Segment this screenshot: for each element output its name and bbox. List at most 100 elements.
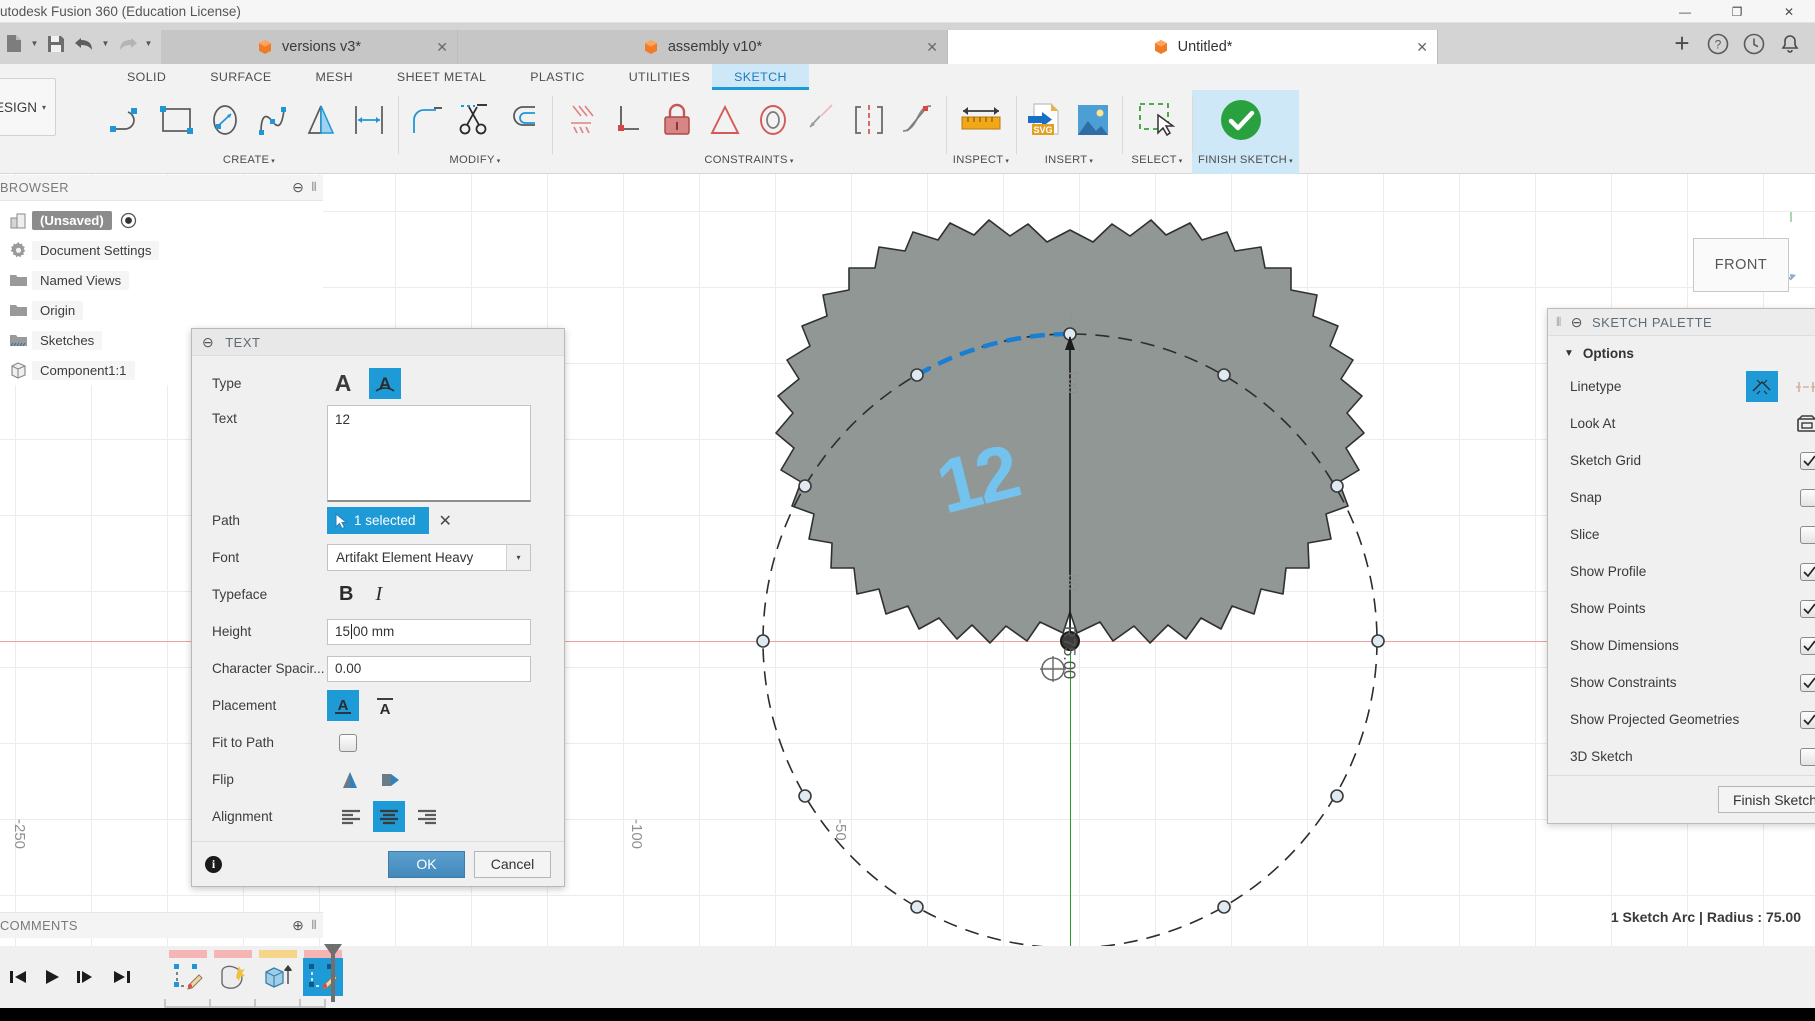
document-tab-1[interactable]: assembly v10* ✕ xyxy=(458,30,948,64)
placement-below-path-button[interactable]: A xyxy=(327,690,359,721)
ribbon-group-label[interactable]: MODIFY▾ xyxy=(404,152,546,174)
info-icon[interactable]: i xyxy=(205,856,222,873)
flip-horizontal-icon[interactable] xyxy=(379,770,403,790)
document-tab-2[interactable]: Untitled* ✕ xyxy=(948,30,1438,64)
insert-svg-icon[interactable]: SVG xyxy=(1022,94,1068,146)
browser-item-origin[interactable]: ▸ Origin xyxy=(0,295,323,325)
show-profile-checkbox[interactable] xyxy=(1800,563,1815,581)
redo-caret-icon[interactable]: ▼ xyxy=(142,29,155,59)
close-button[interactable]: ✕ xyxy=(1763,0,1815,23)
panel-grip-icon[interactable]: ⦀ xyxy=(311,180,317,195)
sketch-rectangle-icon[interactable] xyxy=(154,94,200,146)
show-projected-geometries-checkbox[interactable] xyxy=(1800,711,1815,729)
timeline-item-extrude[interactable] xyxy=(213,958,253,996)
sketch-dimension-icon[interactable] xyxy=(346,94,392,146)
browser-item-document-settings[interactable]: ▸ Document Settings xyxy=(0,235,323,265)
radius-dimension-label[interactable]: R75.00 xyxy=(1059,626,1078,679)
finish-sketch-icon[interactable] xyxy=(1212,94,1270,146)
constraint-curvature-icon[interactable] xyxy=(894,94,940,146)
sketch-mirror-icon[interactable] xyxy=(298,94,344,146)
linetype-normal-button[interactable] xyxy=(1746,371,1778,402)
tab-close-icon[interactable]: ✕ xyxy=(1416,40,1428,54)
ribbon-tab-plastic[interactable]: PLASTIC xyxy=(508,64,606,90)
align-center-button[interactable] xyxy=(373,801,405,832)
flip-vertical-icon[interactable] xyxy=(339,770,361,790)
chevron-down-icon[interactable]: ▾ xyxy=(506,545,530,570)
step-forward-icon[interactable] xyxy=(76,967,98,987)
constraint-tangent-icon[interactable] xyxy=(702,94,748,146)
new-document-icon[interactable] xyxy=(0,29,26,59)
sketch-circle-icon[interactable] xyxy=(202,94,248,146)
ok-button[interactable]: OK xyxy=(388,851,465,878)
ribbon-group-finish-sketch[interactable]: FINISH SKETCH▾ xyxy=(1192,90,1299,174)
play-icon[interactable] xyxy=(42,967,62,987)
type-text-on-path-button[interactable]: A xyxy=(369,368,401,399)
sketch-trim-icon[interactable] xyxy=(452,94,498,146)
text-input[interactable] xyxy=(327,405,531,502)
linetype-construction-button[interactable] xyxy=(1794,377,1815,397)
view-cube-face-front[interactable]: FRONT xyxy=(1693,238,1789,292)
show-dimensions-checkbox[interactable] xyxy=(1800,637,1815,655)
typeface-italic-button[interactable]: I xyxy=(375,583,382,606)
active-radio-icon[interactable] xyxy=(120,212,137,229)
slice-checkbox[interactable] xyxy=(1800,526,1815,544)
ribbon-group-label[interactable]: CONSTRAINTS▾ xyxy=(558,152,940,174)
ribbon-tab-utilities[interactable]: UTILITIES xyxy=(607,64,712,90)
ribbon-tab-sheet-metal[interactable]: SHEET METAL xyxy=(375,64,508,90)
undo-icon[interactable] xyxy=(71,29,97,59)
ribbon-group-label[interactable]: SELECT▾ xyxy=(1128,152,1186,174)
panel-grip-icon[interactable]: ⦀ xyxy=(311,918,317,933)
align-left-button[interactable] xyxy=(335,801,367,832)
timeline-item-sketch[interactable] xyxy=(168,958,208,996)
sketch-offset-icon[interactable] xyxy=(500,94,546,146)
insert-image-icon[interactable] xyxy=(1070,94,1116,146)
tab-close-icon[interactable]: ✕ xyxy=(436,40,448,54)
constraint-fix-icon[interactable] xyxy=(654,94,700,146)
ribbon-group-label[interactable]: INSERT▾ xyxy=(1022,152,1116,174)
sketch-grid-checkbox[interactable] xyxy=(1800,452,1815,470)
fit-to-path-checkbox[interactable] xyxy=(339,734,357,752)
constraint-perpendicular-icon[interactable] xyxy=(606,94,652,146)
save-icon[interactable] xyxy=(43,29,69,59)
tab-close-icon[interactable]: ✕ xyxy=(926,40,938,54)
ribbon-tab-sketch[interactable]: SKETCH xyxy=(712,64,809,90)
path-clear-icon[interactable]: ✕ xyxy=(439,511,452,531)
select-window-icon[interactable] xyxy=(1128,94,1186,146)
cancel-button[interactable]: Cancel xyxy=(474,851,551,878)
type-plain-text-button[interactable]: A xyxy=(327,368,359,399)
new-document-caret-icon[interactable]: ▼ xyxy=(28,29,41,59)
sketch-line-icon[interactable] xyxy=(106,94,152,146)
document-tab-0[interactable]: versions v3* ✕ xyxy=(161,30,458,64)
redo-icon[interactable] xyxy=(114,29,140,59)
height-input[interactable]: 1500 mm xyxy=(327,619,531,645)
panel-grip-icon[interactable]: ⦀ xyxy=(1556,315,1562,330)
ribbon-group-label[interactable]: INSPECT▾ xyxy=(952,152,1010,174)
help-icon[interactable]: ? xyxy=(1703,29,1733,59)
character-spacing-input[interactable]: 0.00 xyxy=(327,656,531,682)
minimize-button[interactable]: — xyxy=(1659,0,1711,23)
sketch-fillet-icon[interactable] xyxy=(404,94,450,146)
step-start-icon[interactable] xyxy=(8,967,28,987)
sketch-spline-icon[interactable] xyxy=(250,94,296,146)
browser-item-named-views[interactable]: ▸ Named Views xyxy=(0,265,323,295)
add-tab-icon[interactable]: + xyxy=(1667,29,1697,59)
snap-checkbox[interactable] xyxy=(1800,489,1815,507)
constraint-symmetry-icon[interactable] xyxy=(846,94,892,146)
collapse-icon[interactable]: ⊖ xyxy=(1571,314,1583,331)
constraint-concentric-icon[interactable] xyxy=(750,94,796,146)
collapse-icon[interactable]: ⊖ xyxy=(292,179,304,196)
ribbon-group-label[interactable]: CREATE▾ xyxy=(106,152,392,174)
job-status-icon[interactable] xyxy=(1739,29,1769,59)
3d-sketch-checkbox[interactable] xyxy=(1800,748,1815,766)
view-cube[interactable]: FRONT xyxy=(1687,202,1807,312)
show-constraints-checkbox[interactable] xyxy=(1800,674,1815,692)
measure-icon[interactable] xyxy=(952,94,1010,146)
palette-section-options[interactable]: ▼ Options xyxy=(1548,336,1815,368)
path-select-button[interactable]: 1 selected xyxy=(327,507,429,534)
placement-above-path-button[interactable]: A xyxy=(369,690,401,721)
timeline-marker-icon[interactable] xyxy=(320,944,346,1002)
align-right-button[interactable] xyxy=(411,801,443,832)
comments-panel-header[interactable]: COMMENTS ⊕ ⦀ xyxy=(0,912,323,938)
font-select[interactable]: Artifakt Element Heavy ▾ xyxy=(327,544,531,571)
finish-sketch-button[interactable]: Finish Sketch xyxy=(1718,786,1815,813)
